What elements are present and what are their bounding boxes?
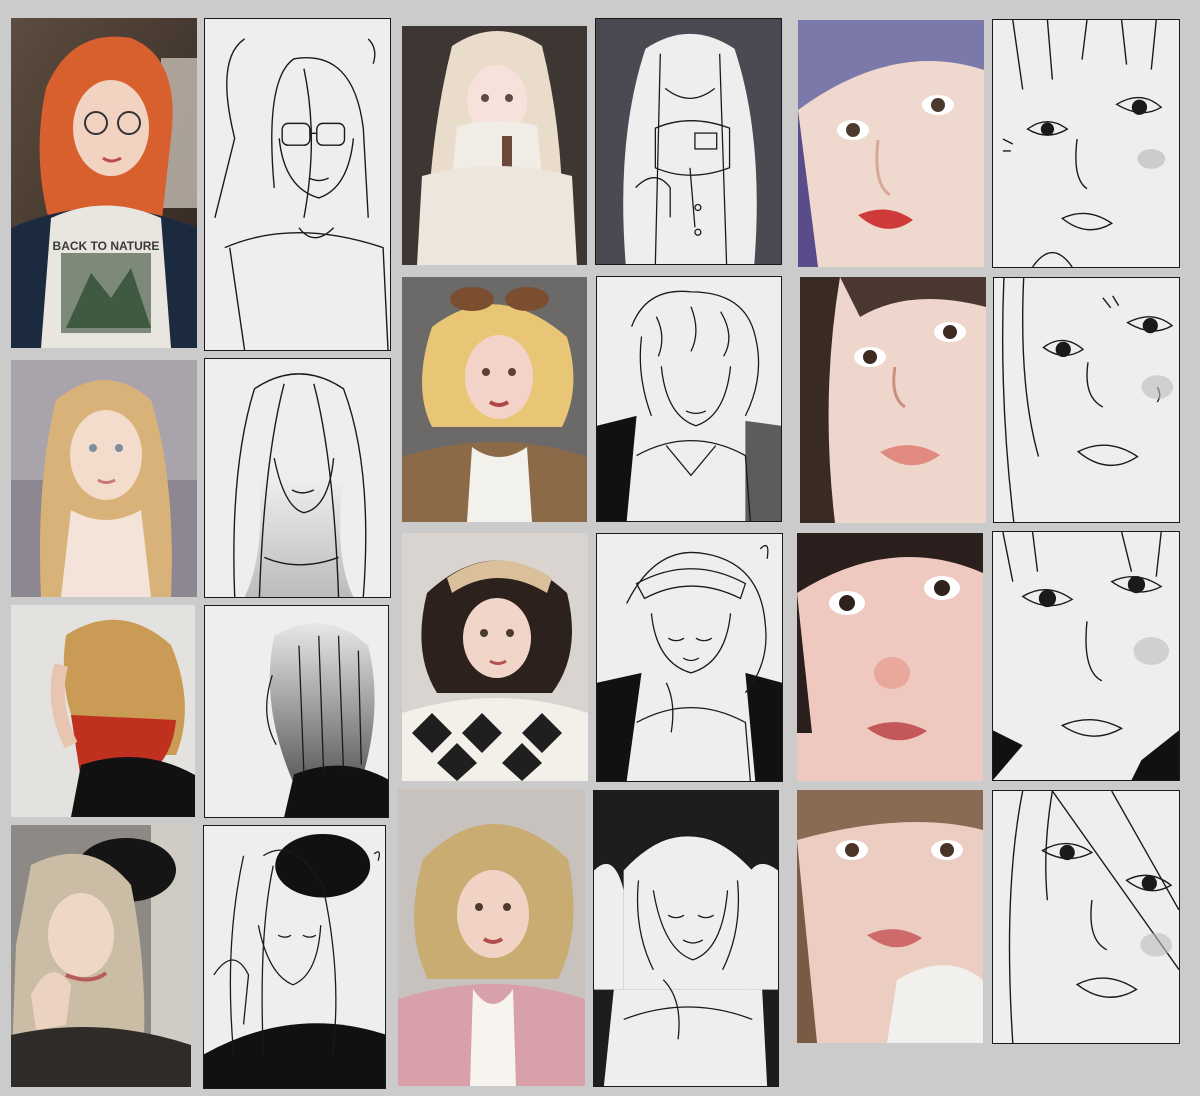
- photo-art: [402, 533, 588, 781]
- sketch-art: [214, 38, 389, 350]
- sketch-art: [623, 34, 757, 264]
- line-sketch-curly-freckles[interactable]: [596, 276, 782, 522]
- sketch-art: [597, 544, 782, 781]
- line-sketch-brunette-closeup[interactable]: [993, 277, 1180, 523]
- reference-photo-long-blonde[interactable]: [11, 360, 197, 597]
- sketch-art: [1001, 278, 1174, 522]
- line-sketch-purple-closeup[interactable]: [992, 19, 1180, 268]
- reference-study-board: BACK TO NATURE: [0, 0, 1200, 1096]
- reference-photo-purple-hair-closeup[interactable]: [798, 20, 984, 267]
- sketch-art: [1008, 791, 1179, 1043]
- reference-photo-dark-curls-headband[interactable]: [402, 533, 588, 781]
- line-sketch-short-hair-closeup[interactable]: [992, 531, 1180, 781]
- photo-art: [797, 790, 983, 1043]
- line-sketch-bob-profile[interactable]: [204, 605, 389, 818]
- line-sketch-curly-blonde[interactable]: [593, 790, 779, 1087]
- photo-art: [11, 360, 197, 597]
- reference-photo-blonde-curls-sunglasses[interactable]: [402, 277, 587, 522]
- photo-art: [402, 26, 587, 265]
- photo-art: [797, 533, 983, 781]
- sketch-art: [993, 532, 1179, 780]
- reference-photo-white-hair-scarf[interactable]: [402, 26, 587, 265]
- reference-photo-red-hair-glasses[interactable]: BACK TO NATURE: [11, 18, 197, 348]
- photo-art: BACK TO NATURE: [11, 18, 197, 348]
- photo-art: [798, 20, 984, 267]
- reference-photo-blonde-curls-pink[interactable]: [398, 789, 585, 1086]
- line-sketch-glasses-girl[interactable]: [204, 18, 391, 351]
- reference-photo-light-brown-closeup[interactable]: [797, 790, 983, 1043]
- photo-art: [11, 605, 195, 817]
- sketch-art: [594, 791, 778, 1086]
- line-sketch-beret-girl[interactable]: [203, 825, 386, 1089]
- line-sketch-long-hair[interactable]: [204, 358, 391, 598]
- line-sketch-scarf-girl[interactable]: [595, 18, 782, 265]
- reference-photo-two-tone-bob[interactable]: [11, 605, 195, 817]
- photo-art: [398, 789, 585, 1086]
- photo-art: [800, 277, 986, 523]
- line-sketch-headband-curls[interactable]: [596, 533, 783, 782]
- sketch-art: [204, 833, 385, 1088]
- reference-photo-brunette-closeup[interactable]: [800, 277, 986, 523]
- photo-art: [402, 277, 587, 522]
- sketch-art: [233, 373, 367, 597]
- shirt-print-text: BACK TO NATURE: [53, 239, 160, 253]
- sketch-art: [266, 622, 388, 817]
- sketch-art: [1002, 20, 1166, 267]
- photo-art: [11, 825, 191, 1087]
- reference-photo-black-beret[interactable]: [11, 825, 191, 1087]
- sketch-art: [597, 290, 781, 521]
- reference-photo-short-dark-hair-closeup[interactable]: [797, 533, 983, 781]
- line-sketch-light-brown-closeup[interactable]: [992, 790, 1180, 1044]
